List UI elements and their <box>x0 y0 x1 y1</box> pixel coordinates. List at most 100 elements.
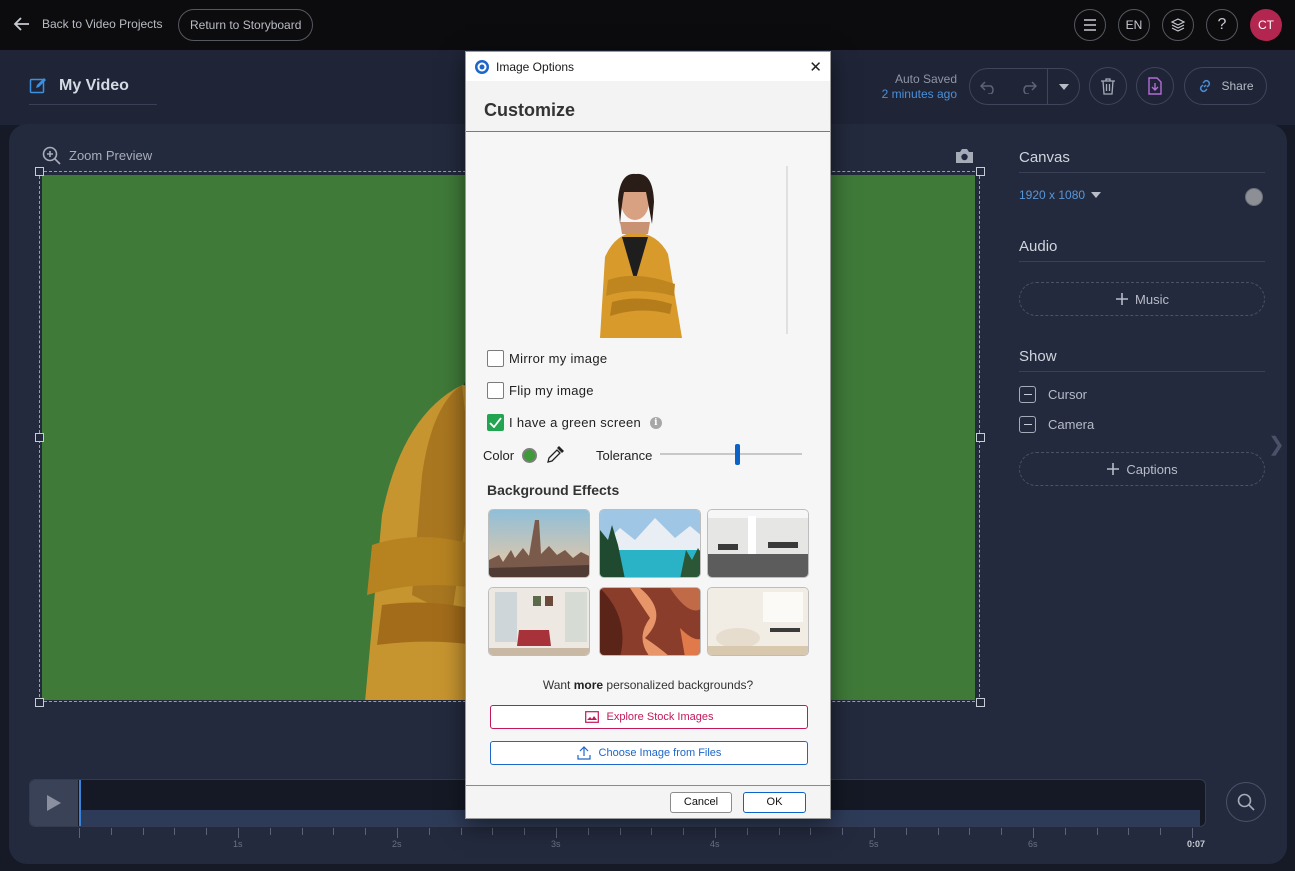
audio-heading: Audio <box>1019 238 1265 262</box>
help-button[interactable]: ? <box>1206 9 1238 41</box>
resize-handle-top-right[interactable] <box>976 167 985 176</box>
canvas-color-picker[interactable] <box>1245 188 1263 206</box>
eyedropper-icon[interactable] <box>545 445 565 465</box>
image-preview <box>600 173 682 338</box>
resize-handle-bottom-right[interactable] <box>976 698 985 707</box>
time-label: 1s <box>233 839 243 849</box>
timeline-zoom-button[interactable] <box>1226 782 1266 822</box>
ruler-tick <box>938 828 939 835</box>
camera-label: Camera <box>1048 417 1095 432</box>
preview-scrollbar[interactable] <box>786 166 788 334</box>
ruler-tick <box>969 828 970 835</box>
ruler-tick <box>302 828 303 835</box>
ruler-tick <box>1160 828 1161 835</box>
tolerance-slider-thumb[interactable] <box>735 444 740 465</box>
ruler-tick <box>1192 828 1193 838</box>
play-button[interactable] <box>30 780 78 826</box>
resize-handle-left[interactable] <box>35 433 44 442</box>
add-captions-button[interactable]: Captions <box>1019 452 1265 486</box>
background-thumbnail-canyon[interactable] <box>599 587 701 656</box>
dialog-header: Customize <box>466 81 830 132</box>
greenscreen-checkbox-row[interactable]: I have a green screen i <box>487 414 663 431</box>
key-color-swatch[interactable] <box>522 447 538 463</box>
explore-stock-images-button[interactable]: Explore Stock Images <box>490 705 808 729</box>
resize-handle-right[interactable] <box>976 433 985 442</box>
undo-button[interactable] <box>970 69 1009 104</box>
ok-button[interactable]: OK <box>743 792 806 813</box>
ruler-tick <box>810 828 811 835</box>
cancel-button[interactable]: Cancel <box>670 792 732 813</box>
greenscreen-checkbox[interactable] <box>487 414 504 431</box>
color-label: Color <box>483 447 515 463</box>
music-label: Music <box>1135 291 1169 307</box>
background-thumbnail-office[interactable] <box>707 509 809 578</box>
menu-button[interactable] <box>1074 9 1106 41</box>
share-label: Share <box>1221 79 1254 93</box>
flip-checkbox[interactable] <box>487 382 504 399</box>
ruler-tick <box>524 828 525 835</box>
mirror-checkbox[interactable] <box>487 350 504 367</box>
zoom-preview-label: Zoom Preview <box>69 148 153 163</box>
share-button[interactable]: Share <box>1184 67 1267 105</box>
layers-button[interactable] <box>1162 9 1194 41</box>
delete-button[interactable] <box>1089 67 1127 105</box>
playhead[interactable] <box>79 780 81 826</box>
redo-button[interactable] <box>1009 69 1048 104</box>
mirror-checkbox-row[interactable]: Mirror my image <box>487 350 607 367</box>
edit-icon <box>29 78 46 94</box>
return-to-storyboard-button[interactable]: Return to Storyboard <box>178 9 314 41</box>
history-dropdown-button[interactable] <box>1047 69 1079 104</box>
ruler-tick <box>270 828 271 835</box>
background-thumbnail-city[interactable] <box>488 509 590 578</box>
resolution-dropdown[interactable]: 1920 x 1080 <box>1019 188 1102 202</box>
app-logo-icon <box>475 59 489 74</box>
ruler-tick <box>365 828 366 835</box>
timeline-ruler <box>79 828 1199 838</box>
info-icon[interactable]: i <box>650 416 663 429</box>
prompt-suffix: personalized backgrounds? <box>603 678 754 692</box>
ruler-tick <box>651 828 652 835</box>
ruler-tick <box>397 828 398 838</box>
resize-handle-top-left[interactable] <box>35 167 44 176</box>
flip-checkbox-row[interactable]: Flip my image <box>487 382 594 399</box>
cursor-toggle[interactable]: Cursor <box>1019 386 1087 403</box>
minus-icon <box>1019 416 1036 433</box>
office-interior-image <box>708 510 808 577</box>
background-thumbnail-living-room[interactable] <box>488 587 590 656</box>
snapshot-button[interactable] <box>955 148 974 169</box>
background-thumbnail-lounge[interactable] <box>707 587 809 656</box>
arrow-left-icon <box>13 17 29 31</box>
ruler-tick <box>174 828 175 835</box>
caret-down-icon <box>1091 192 1102 198</box>
city-skyline-image <box>489 510 589 577</box>
back-to-projects-link[interactable]: Back to Video Projects <box>12 14 163 34</box>
top-bar: Back to Video Projects Return to Storybo… <box>0 0 1295 50</box>
camera-toggle[interactable]: Camera <box>1019 416 1094 433</box>
ruler-tick <box>588 828 589 835</box>
autosave-status: Auto Saved 2 minutes ago <box>860 72 957 102</box>
choose-image-from-files-button[interactable]: Choose Image from Files <box>490 741 808 765</box>
time-label: 5s <box>869 839 879 849</box>
language-button[interactable]: EN <box>1118 9 1150 41</box>
user-avatar[interactable]: CT <box>1250 9 1282 41</box>
ruler-tick <box>429 828 430 835</box>
ruler-tick <box>683 828 684 835</box>
ruler-tick <box>906 828 907 835</box>
close-icon[interactable]: ✕ <box>809 58 822 76</box>
background-effects-heading: Background Effects <box>487 482 620 498</box>
lounge-image <box>708 588 808 655</box>
expand-panel-icon[interactable]: ❯ <box>1268 432 1285 457</box>
plus-icon <box>1107 463 1120 475</box>
zoom-preview-button[interactable]: Zoom Preview <box>42 146 152 165</box>
ruler-tick <box>620 828 621 835</box>
resize-handle-bottom-left[interactable] <box>35 698 44 707</box>
project-title: My Video <box>59 77 129 94</box>
tolerance-slider-track[interactable] <box>660 453 802 455</box>
background-thumbnail-lake[interactable] <box>599 509 701 578</box>
export-button[interactable] <box>1136 67 1174 105</box>
ruler-tick <box>1097 828 1098 835</box>
minus-icon <box>1019 386 1036 403</box>
project-title-field[interactable]: My Video <box>29 77 157 105</box>
add-music-button[interactable]: Music <box>1019 282 1265 316</box>
ruler-tick <box>143 828 144 835</box>
